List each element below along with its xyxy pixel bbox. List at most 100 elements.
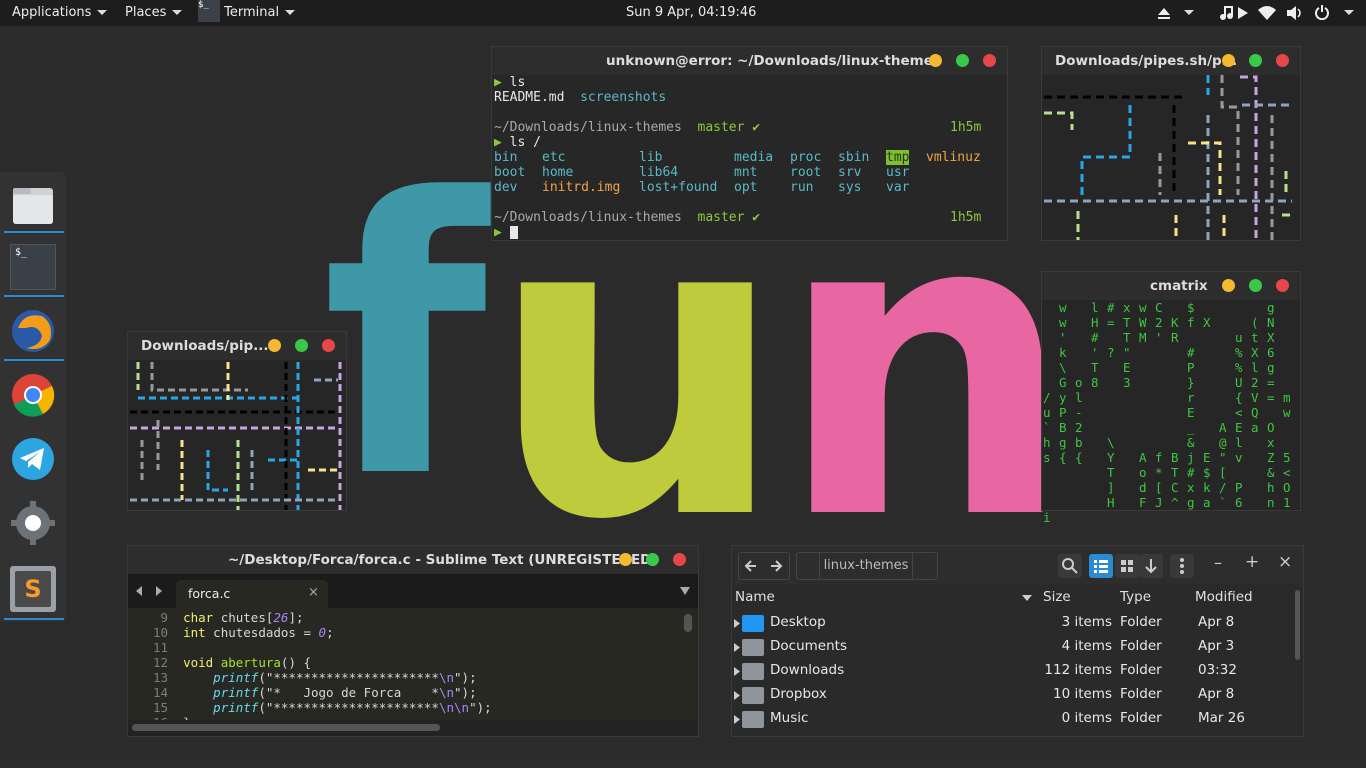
vertical-scrollbar[interactable] bbox=[1295, 590, 1300, 660]
clock[interactable]: Sun 9 Apr, 04:19:46 bbox=[626, 0, 756, 26]
close-button[interactable] bbox=[322, 339, 335, 352]
chevron-down-icon[interactable] bbox=[1344, 10, 1354, 15]
eject-icon[interactable] bbox=[1157, 6, 1171, 20]
dock-running-indicator bbox=[4, 231, 64, 233]
pipes-animation bbox=[130, 362, 342, 510]
matrix-column: o l - 2 b { bbox=[1075, 375, 1083, 465]
sublime-icon[interactable]: S bbox=[10, 566, 56, 612]
maximize-button[interactable] bbox=[295, 339, 308, 352]
tab-forca-c[interactable]: forca.c × bbox=[176, 580, 328, 608]
code-line: 11 bbox=[128, 640, 183, 655]
telegram-icon[interactable] bbox=[10, 436, 56, 482]
minimize-button[interactable] bbox=[1222, 279, 1235, 292]
column-header-type[interactable]: Type bbox=[1120, 589, 1151, 605]
minimize-button[interactable] bbox=[1222, 54, 1235, 67]
settings-icon[interactable] bbox=[10, 500, 56, 546]
close-button[interactable]: × bbox=[1278, 552, 1292, 572]
file-row[interactable]: Music 0 items Folder Mar 26 bbox=[732, 707, 1292, 731]
code-line: 12 void abertura() { bbox=[128, 655, 311, 670]
close-button[interactable] bbox=[1276, 279, 1289, 292]
firefox-icon[interactable] bbox=[10, 308, 56, 354]
maximize-button[interactable]: + bbox=[1245, 552, 1259, 572]
search-icon[interactable] bbox=[1058, 554, 1082, 578]
expander-icon[interactable] bbox=[734, 715, 740, 724]
file-type: Folder bbox=[1120, 710, 1162, 726]
dir-entry: opt bbox=[734, 180, 758, 195]
file-type: Folder bbox=[1120, 614, 1162, 630]
tab-nav-arrows-icon[interactable] bbox=[136, 586, 162, 596]
power-icon[interactable] bbox=[1315, 5, 1329, 20]
sort-down-icon[interactable] bbox=[1139, 554, 1163, 578]
matrix-column: C 2 ' f * [ J bbox=[1155, 300, 1163, 510]
line-number: 14 bbox=[152, 685, 168, 700]
chevron-down-icon[interactable] bbox=[1184, 10, 1194, 15]
git-branch: master ✔ bbox=[697, 120, 761, 135]
file-modified: Apr 3 bbox=[1198, 638, 1235, 654]
code-function: abertura bbox=[220, 655, 281, 670]
close-button[interactable] bbox=[983, 54, 996, 67]
wifi-icon[interactable] bbox=[1258, 6, 1276, 20]
applications-menu[interactable]: Applications bbox=[12, 0, 108, 26]
minimize-button[interactable] bbox=[619, 553, 632, 566]
back-icon[interactable] bbox=[744, 559, 758, 573]
titlebar[interactable]: ~/Desktop/Forca/forca.c - Sublime Text (… bbox=[128, 546, 698, 574]
code-string: ("* Jogo de Forca * bbox=[258, 685, 439, 700]
maximize-button[interactable] bbox=[1249, 279, 1262, 292]
code-text: () { bbox=[280, 655, 312, 670]
titlebar[interactable]: Downloads/pip... bbox=[128, 332, 346, 360]
expander-icon[interactable] bbox=[734, 691, 740, 700]
places-menu[interactable]: Places bbox=[125, 0, 183, 26]
tab-dropdown-icon[interactable] bbox=[680, 587, 690, 595]
minimize-button[interactable]: – bbox=[1214, 553, 1222, 572]
command-duration: 1h5m bbox=[950, 120, 982, 135]
expander-icon[interactable] bbox=[734, 667, 740, 676]
column-header-size[interactable]: Size bbox=[1043, 589, 1071, 605]
close-button[interactable] bbox=[673, 553, 686, 566]
maximize-button[interactable] bbox=[956, 54, 969, 67]
line-number: 10 bbox=[152, 625, 168, 640]
minimize-button[interactable] bbox=[268, 339, 281, 352]
terminal-icon[interactable]: $_ bbox=[10, 244, 56, 290]
terminal-app-menu[interactable]: $_ Terminal bbox=[198, 0, 296, 26]
pipes-window-top: Downloads/pipes.sh/p... bbox=[1041, 46, 1301, 241]
volume-icon[interactable] bbox=[1287, 6, 1303, 20]
close-icon[interactable]: × bbox=[308, 585, 319, 600]
path-bar-end[interactable] bbox=[912, 552, 938, 580]
file-modified: Apr 8 bbox=[1198, 614, 1235, 630]
file-row[interactable]: Desktop 3 items Folder Apr 8 bbox=[732, 611, 1292, 635]
column-header-modified[interactable]: Modified bbox=[1195, 589, 1253, 605]
path-bar-location[interactable]: linux-themes bbox=[819, 552, 913, 580]
maximize-button[interactable] bbox=[1249, 54, 1262, 67]
file-row[interactable]: Documents 4 items Folder Apr 3 bbox=[732, 635, 1292, 659]
titlebar[interactable]: cmatrix bbox=[1042, 272, 1300, 300]
titlebar[interactable]: Downloads/pipes.sh/p... bbox=[1042, 47, 1300, 75]
dir-entry: boot bbox=[494, 165, 526, 180]
code-editor[interactable]: 9 char chutes[26]; 10 int chutesdados = 0… bbox=[128, 608, 698, 720]
minimize-button[interactable] bbox=[929, 54, 942, 67]
file-row[interactable]: Downloads 112 items Folder 03:32 bbox=[732, 659, 1292, 683]
path-bar-home[interactable] bbox=[796, 552, 820, 580]
sort-descending-icon[interactable] bbox=[1022, 595, 1032, 601]
dir-entry: lib bbox=[639, 150, 663, 165]
music-icon[interactable] bbox=[1220, 5, 1234, 21]
horizontal-scrollbar[interactable] bbox=[132, 724, 440, 731]
chrome-icon[interactable] bbox=[10, 372, 56, 418]
file-row[interactable]: Dropbox 10 items Folder Apr 8 bbox=[732, 683, 1292, 707]
forward-icon[interactable] bbox=[769, 559, 783, 573]
expander-icon[interactable] bbox=[734, 643, 740, 652]
close-button[interactable] bbox=[1276, 54, 1289, 67]
vertical-scrollbar[interactable] bbox=[684, 614, 692, 632]
titlebar[interactable]: unknown@error: ~/Downloads/linux-themes bbox=[492, 47, 1007, 75]
expander-icon[interactable] bbox=[734, 619, 740, 628]
places-label: Places bbox=[125, 5, 167, 20]
column-header-name[interactable]: Name bbox=[735, 589, 775, 605]
dir-entry: home bbox=[542, 165, 574, 180]
maximize-button[interactable] bbox=[646, 553, 659, 566]
play-icon[interactable] bbox=[1238, 7, 1248, 19]
grid-view-icon[interactable] bbox=[1115, 554, 1139, 578]
file-name: Documents bbox=[770, 638, 847, 654]
menu-icon[interactable] bbox=[1170, 554, 1194, 578]
list-view-icon[interactable] bbox=[1089, 554, 1113, 578]
files-icon[interactable] bbox=[10, 182, 56, 228]
